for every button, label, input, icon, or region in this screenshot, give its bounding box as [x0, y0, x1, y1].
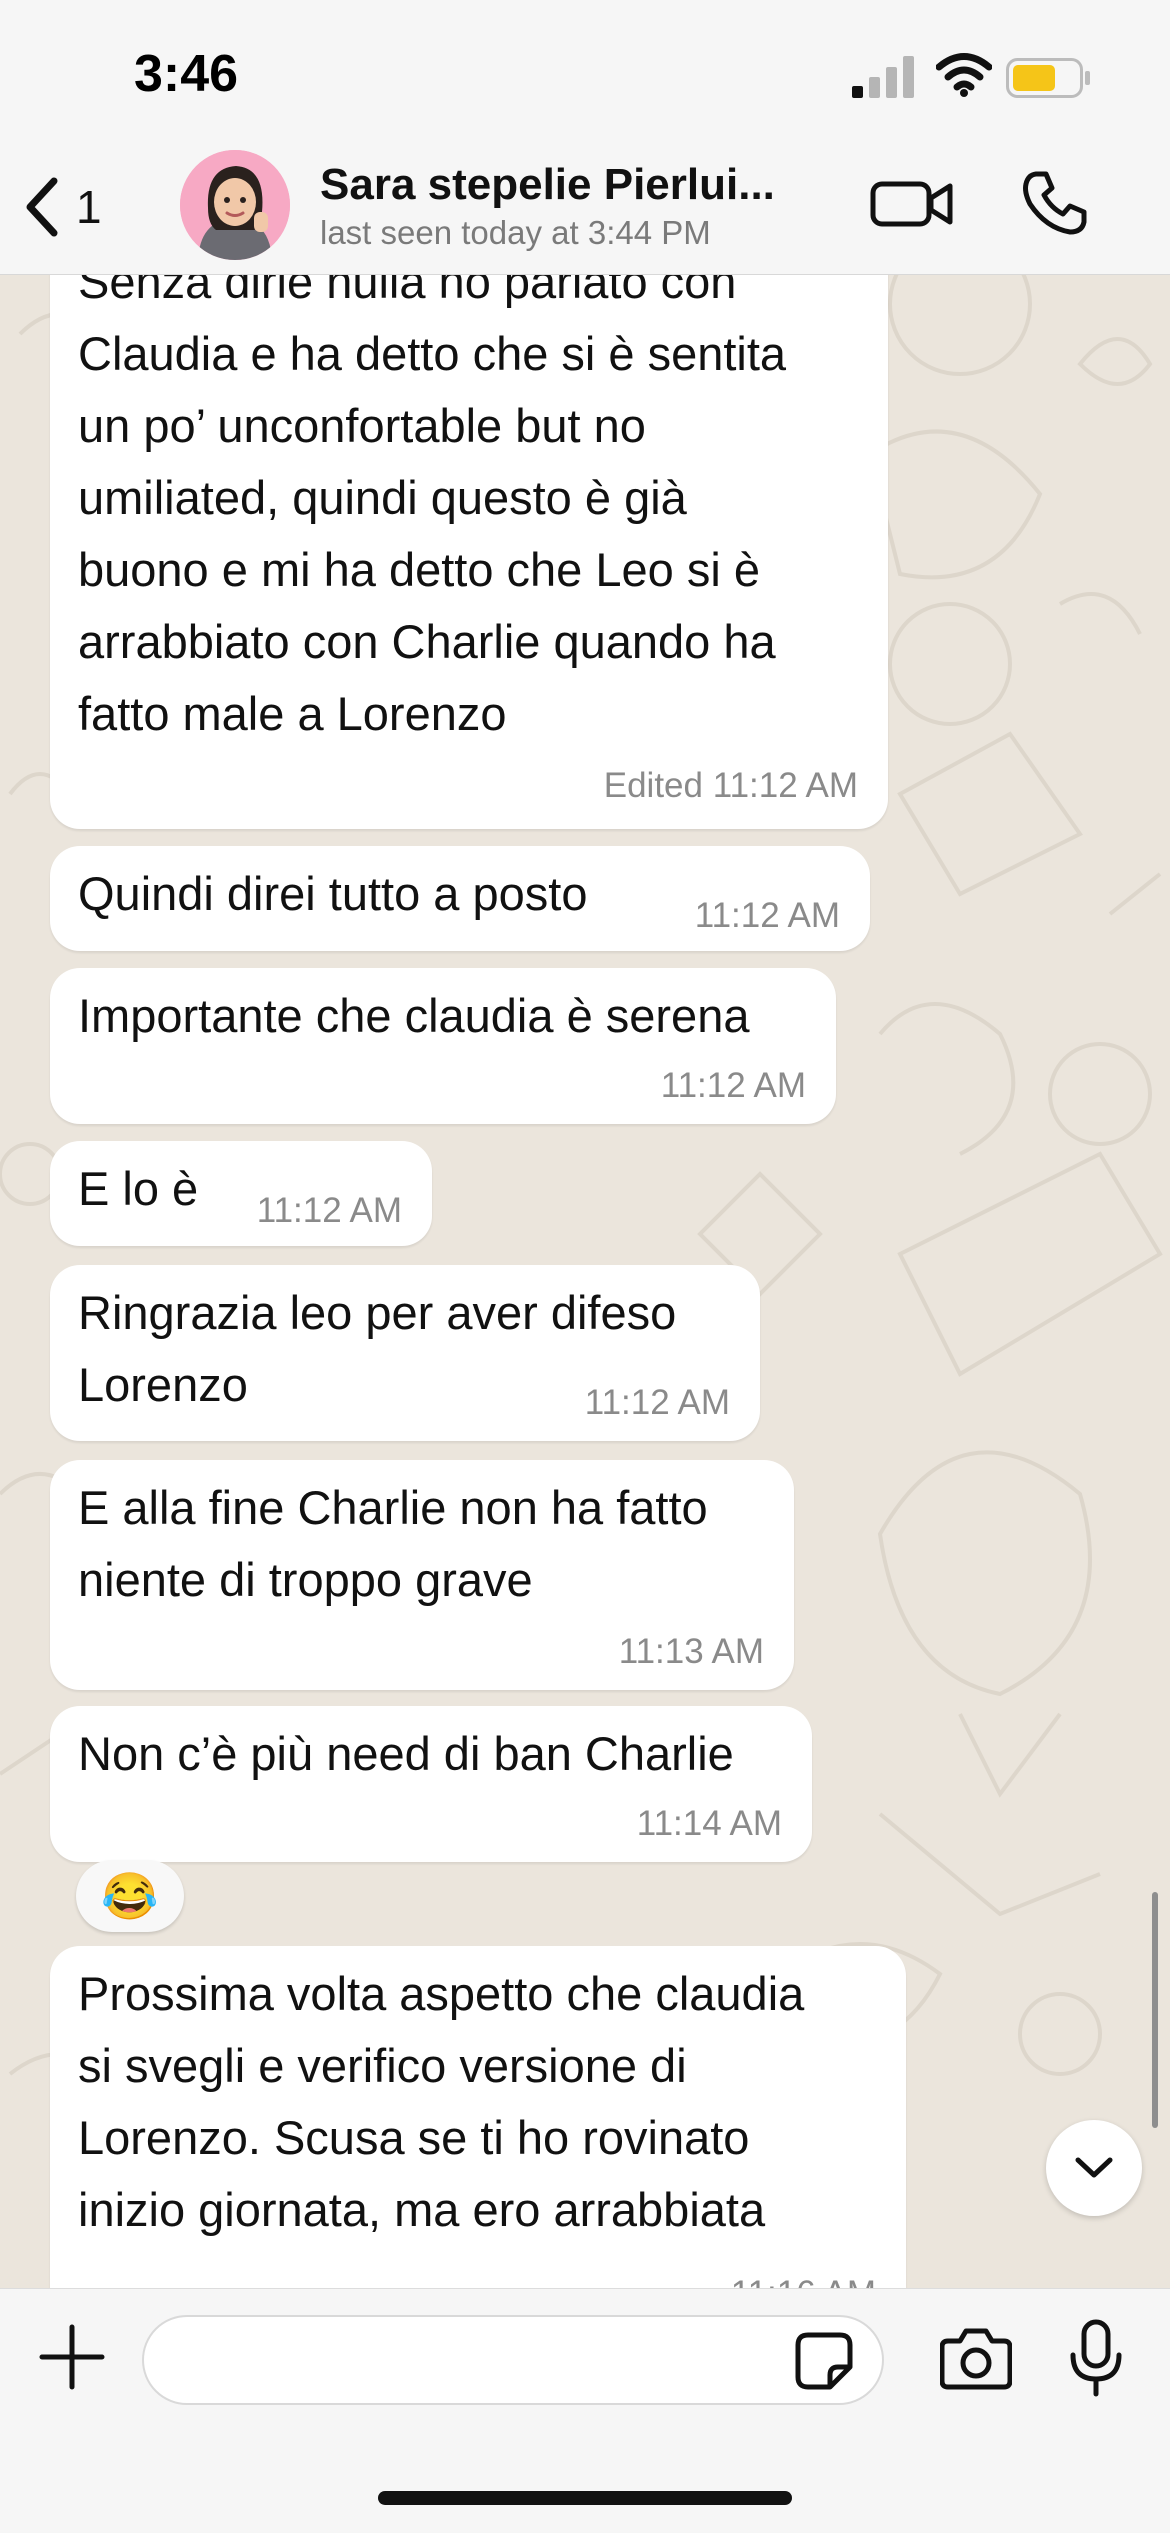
- status-bar: 3:46: [0, 0, 1170, 150]
- unread-count: 1: [76, 181, 102, 233]
- contact-name[interactable]: Sara stepelie Pierlui...: [320, 160, 840, 210]
- message-text: Senza dirle nulla ho parlato con Claudia…: [78, 274, 787, 740]
- phone-icon[interactable]: [1020, 168, 1090, 238]
- avatar-memoji: [180, 150, 290, 260]
- message-timestamp: 11:12 AM: [694, 896, 840, 935]
- avatar[interactable]: [180, 150, 290, 260]
- sticker-icon[interactable]: [794, 2331, 854, 2391]
- message-timestamp: 11:16 AM: [731, 2274, 876, 2288]
- emoji-reaction[interactable]: 😂: [76, 1860, 184, 1932]
- last-seen-status: last seen today at 3:44 PM: [320, 214, 711, 251]
- status-time: 3:46: [134, 45, 239, 103]
- scrollbar[interactable]: [1152, 1892, 1158, 2128]
- message-text: Prossima volta aspetto che claudia si sv…: [78, 1967, 805, 2236]
- message-text: Importante che claudia è serena: [78, 989, 750, 1042]
- chevron-down-icon: [1075, 2157, 1113, 2178]
- message-bubble[interactable]: Non c’è più need di ban Charlie 11:14 AM: [50, 1706, 812, 1862]
- message-bubble[interactable]: E lo è 11:12 AM: [50, 1141, 432, 1246]
- message-text: E lo è: [78, 1162, 199, 1215]
- message-timestamp: 11:12 AM: [584, 1383, 730, 1422]
- battery-icon: [1006, 58, 1090, 98]
- message-timestamp: 11:12 AM: [256, 1191, 402, 1230]
- message-text: Non c’è più need di ban Charlie: [78, 1727, 734, 1780]
- message-timestamp: 11:12 AM: [660, 1066, 806, 1105]
- chat-area[interactable]: Senza dirle nulla ho parlato con Claudia…: [0, 274, 1170, 2288]
- video-camera-icon[interactable]: [870, 172, 954, 234]
- laughing-emoji-icon: 😂: [101, 1869, 159, 1922]
- message-bubble[interactable]: Prossima volta aspetto che claudia si sv…: [50, 1946, 906, 2288]
- message-timestamp: Edited 11:12 AM: [603, 766, 858, 805]
- home-indicator[interactable]: [378, 2491, 792, 2505]
- microphone-icon[interactable]: [1068, 2319, 1124, 2397]
- message-bubble[interactable]: Senza dirle nulla ho parlato con Claudia…: [50, 274, 888, 829]
- message-input[interactable]: [142, 2315, 884, 2405]
- wifi-icon: [936, 53, 992, 97]
- message-bubble[interactable]: Importante che claudia è serena 11:12 AM: [50, 968, 836, 1124]
- message-bubble[interactable]: Quindi direi tutto a posto 11:12 AM: [50, 846, 870, 951]
- scroll-to-bottom-button[interactable]: [1046, 2120, 1142, 2216]
- message-composer: [0, 2288, 1170, 2533]
- back-chevron-icon: [26, 177, 58, 237]
- message-bubble[interactable]: E alla fine Charlie non ha fatto niente …: [50, 1460, 794, 1690]
- chat-header: 1 Sara stepelie Pierlui... last seen tod…: [0, 150, 1170, 275]
- message-text: E alla fine Charlie non ha fatto niente …: [78, 1481, 708, 1606]
- message-text: Quindi direi tutto a posto: [78, 867, 588, 920]
- plus-icon[interactable]: [38, 2323, 106, 2391]
- message-timestamp: 11:13 AM: [618, 1632, 764, 1671]
- back-button[interactable]: 1: [22, 172, 122, 242]
- camera-icon[interactable]: [940, 2325, 1012, 2391]
- signal-icon: [852, 56, 914, 98]
- message-timestamp: 11:14 AM: [636, 1804, 782, 1843]
- message-bubble[interactable]: Ringrazia leo per aver difeso Lorenzo 11…: [50, 1265, 760, 1441]
